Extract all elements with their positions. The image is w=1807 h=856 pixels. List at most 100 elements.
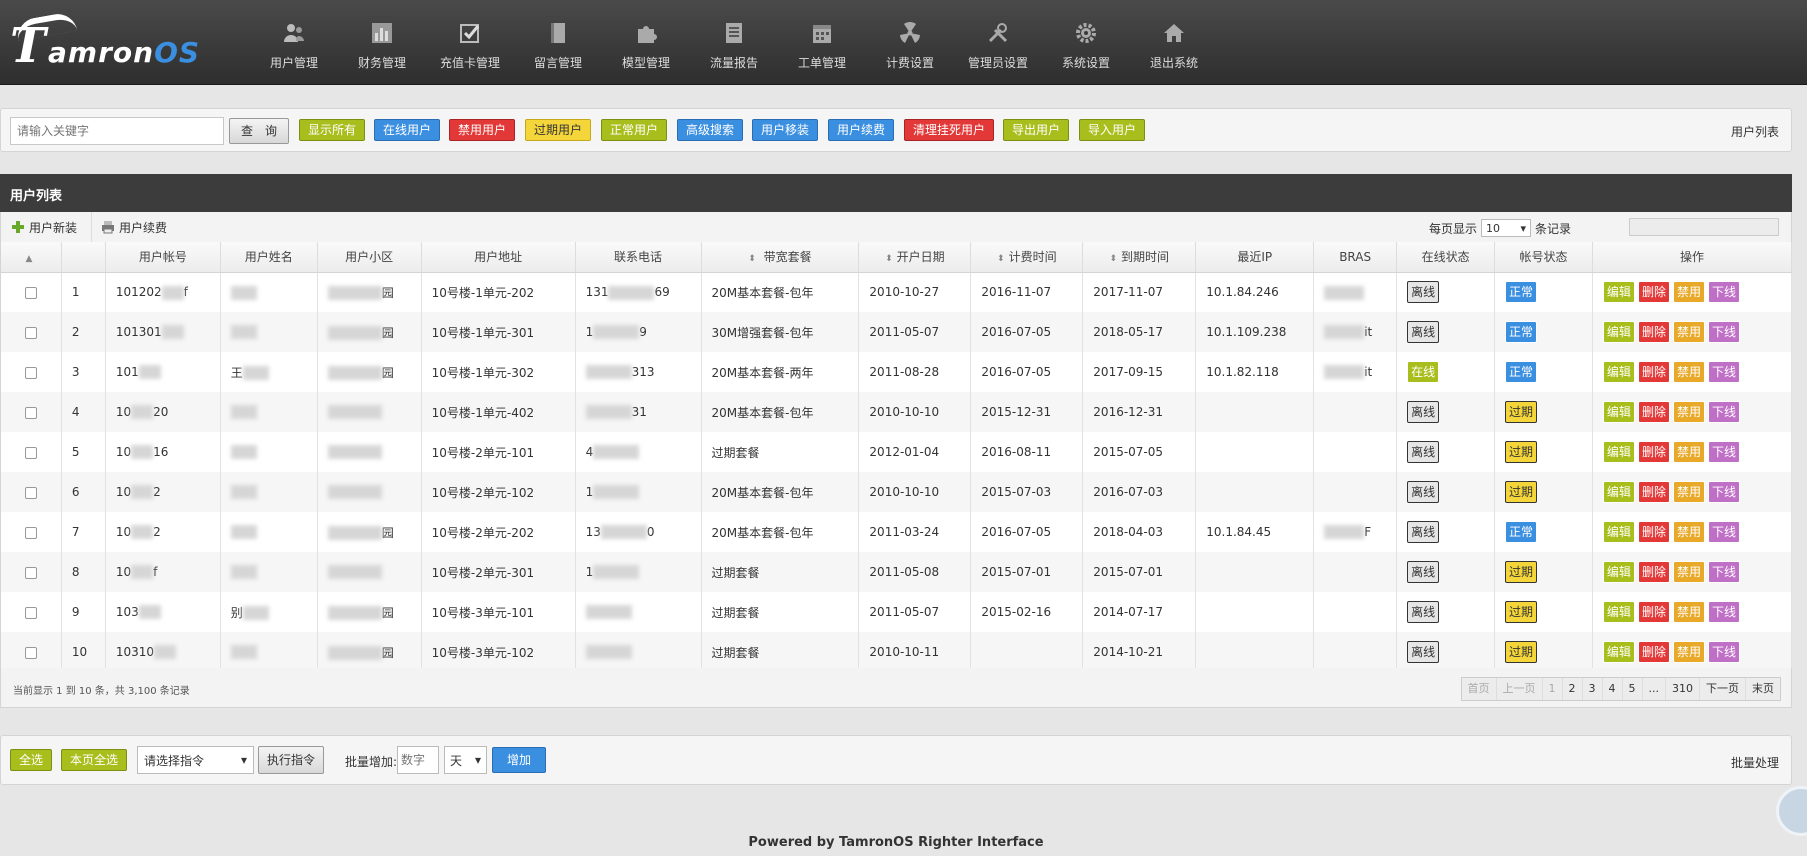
row-checkbox-cell[interactable] (0, 472, 62, 512)
header-online-status[interactable]: 在线状态 (1396, 242, 1496, 273)
clear-dead-users-button[interactable]: 清理挂死用户 (904, 119, 995, 141)
nav-message-management[interactable]: 留言管理 (514, 0, 602, 85)
header-account[interactable]: 用户帐号 (105, 242, 221, 273)
pager-page-4[interactable]: 4 (1603, 678, 1623, 700)
row-checkbox-cell[interactable] (0, 392, 62, 432)
row-checkbox[interactable] (24, 566, 37, 579)
edit-button[interactable]: 编辑 (1602, 401, 1635, 423)
table-row[interactable]: 5 10 16 10号楼-2单元-101 4 过期套餐 2012-01-04 2016-08-… (0, 432, 1793, 472)
nav-admin-settings[interactable]: 管理员设置 (954, 0, 1042, 85)
edit-button[interactable]: 编辑 (1602, 561, 1635, 583)
nav-user-management[interactable]: 用户管理 (250, 0, 338, 85)
nav-logout[interactable]: 退出系统 (1130, 0, 1218, 85)
header-plan[interactable]: ⬍ 带宽套餐 (701, 242, 860, 273)
normal-users-button[interactable]: 正常用户 (601, 119, 668, 141)
online-users-button[interactable]: 在线用户 (374, 119, 441, 141)
kick-offline-button[interactable]: 下线 (1707, 401, 1740, 423)
nav-work-order-management[interactable]: 工单管理 (778, 0, 866, 85)
kick-offline-button[interactable]: 下线 (1707, 521, 1740, 543)
delete-button[interactable]: 删除 (1637, 441, 1670, 463)
kick-offline-button[interactable]: 下线 (1707, 441, 1740, 463)
disable-button[interactable]: 禁用 (1672, 521, 1705, 543)
row-checkbox[interactable] (24, 366, 37, 379)
delete-button[interactable]: 删除 (1637, 481, 1670, 503)
pager-next[interactable]: 下一页 (1700, 678, 1746, 700)
kick-offline-button[interactable]: 下线 (1707, 561, 1740, 583)
execute-command-button[interactable]: 执行指令 (258, 746, 325, 774)
per-page-select[interactable]: 10 ▾ (1480, 219, 1531, 237)
nav-billing-settings[interactable]: 计费设置 (866, 0, 954, 85)
row-checkbox-cell[interactable] (0, 432, 62, 472)
expired-users-button[interactable]: 过期用户 (525, 119, 592, 141)
header-select[interactable]: ▲ (0, 242, 62, 273)
row-checkbox[interactable] (24, 606, 37, 619)
edit-button[interactable]: 编辑 (1602, 481, 1635, 503)
kick-offline-button[interactable]: 下线 (1707, 641, 1740, 663)
table-row[interactable]: 7 10 2 园 10号楼-2单元-202 13 0 20M基本套餐-包年 2011-03-24… (0, 512, 1793, 552)
delete-button[interactable]: 删除 (1637, 401, 1670, 423)
user-renew-button[interactable]: 用户续费 (828, 119, 895, 141)
tamronos-logo[interactable]: T amronOS (10, 10, 230, 74)
edit-button[interactable]: 编辑 (1602, 441, 1635, 463)
row-checkbox[interactable] (24, 486, 37, 499)
edit-button[interactable]: 编辑 (1602, 361, 1635, 383)
query-button[interactable]: 查 询 (229, 118, 289, 144)
disable-button[interactable]: 禁用 (1672, 281, 1705, 304)
header-address[interactable]: 用户地址 (421, 242, 576, 273)
header-phone[interactable]: 联系电话 (575, 242, 702, 273)
delete-button[interactable]: 删除 (1637, 601, 1670, 623)
header-open-date[interactable]: ⬍ 开户日期 (858, 242, 972, 273)
edit-button[interactable]: 编辑 (1602, 281, 1635, 304)
table-row[interactable]: 3 101 王 园 10号楼-1单元-302 313 20M基本套餐-两年 2011-08-2… (0, 352, 1793, 392)
unit-select[interactable]: 天 ▾ (444, 746, 487, 774)
header-community[interactable]: 用户小区 (317, 242, 422, 273)
delete-button[interactable]: 删除 (1637, 321, 1670, 343)
delete-button[interactable]: 删除 (1637, 521, 1670, 543)
disable-button[interactable]: 禁用 (1672, 601, 1705, 623)
pager-page-1[interactable]: 1 (1543, 678, 1563, 700)
disable-button[interactable]: 禁用 (1672, 401, 1705, 423)
delete-button[interactable]: 删除 (1637, 561, 1670, 583)
table-row[interactable]: 10 10310 园 10号楼-3单元-102 过期套餐 2010-10-11 2014-1… (0, 632, 1793, 672)
delete-button[interactable]: 删除 (1637, 641, 1670, 663)
pager-page-2[interactable]: 2 (1563, 678, 1583, 700)
nav-finance-management[interactable]: 财务管理 (338, 0, 426, 85)
header-name[interactable]: 用户姓名 (220, 242, 318, 273)
delete-button[interactable]: 删除 (1637, 361, 1670, 383)
row-checkbox-cell[interactable] (0, 552, 62, 592)
edit-button[interactable]: 编辑 (1602, 641, 1635, 663)
pager-page-310[interactable]: 310 (1666, 678, 1700, 700)
disable-button[interactable]: 禁用 (1672, 481, 1705, 503)
pager-first[interactable]: 首页 (1462, 678, 1497, 700)
edit-button[interactable]: 编辑 (1602, 521, 1635, 543)
table-row[interactable]: 4 10 20 10号楼-1单元-402 31 20M基本套餐-包年 2010-10-10 2… (0, 392, 1793, 432)
nav-recharge-card-management[interactable]: 充值卡管理 (426, 0, 514, 85)
table-row[interactable]: 1 101202 f 园 10号楼-1单元-202 131 69 20M基本套餐-包年 2010… (0, 272, 1793, 312)
row-checkbox[interactable] (24, 646, 37, 659)
renew-button[interactable]: 用户续费 (101, 217, 167, 237)
batch-number-input[interactable] (397, 746, 439, 774)
disable-button[interactable]: 禁用 (1672, 361, 1705, 383)
header-billing-time[interactable]: ⬍ 计费时间 (970, 242, 1084, 273)
disabled-users-button[interactable]: 禁用用户 (449, 119, 516, 141)
row-checkbox[interactable] (24, 326, 37, 339)
row-checkbox-cell[interactable] (0, 632, 62, 672)
nav-model-management[interactable]: 模型管理 (602, 0, 690, 85)
page-select-all-button[interactable]: 本页全选 (61, 749, 128, 771)
table-row[interactable]: 2 101301 园 10号楼-1单元-301 1 9 30M增强套餐-包年 2011-05-… (0, 312, 1793, 352)
disable-button[interactable]: 禁用 (1672, 441, 1705, 463)
table-row[interactable]: 9 103 别 园 10号楼-3单元-101 过期套餐 2011-05-07 2015-02-… (0, 592, 1793, 632)
pager-page-5[interactable]: 5 (1623, 678, 1643, 700)
header-bras[interactable]: BRAS (1313, 242, 1398, 273)
kick-offline-button[interactable]: 下线 (1707, 601, 1740, 623)
search-input[interactable] (10, 117, 224, 145)
row-checkbox[interactable] (24, 526, 37, 539)
table-row[interactable]: 6 10 2 10号楼-2单元-102 1 20M基本套餐-包年 2010-10-10 201… (0, 472, 1793, 512)
disable-button[interactable]: 禁用 (1672, 561, 1705, 583)
table-row[interactable]: 8 10 f 10号楼-2单元-301 1 过期套餐 2011-05-08 2015-07-0… (0, 552, 1793, 592)
row-checkbox[interactable] (24, 286, 37, 299)
pager-prev[interactable]: 上一页 (1497, 678, 1543, 700)
export-users-button[interactable]: 导出用户 (1003, 119, 1070, 141)
kick-offline-button[interactable]: 下线 (1707, 321, 1740, 343)
edit-button[interactable]: 编辑 (1602, 321, 1635, 343)
